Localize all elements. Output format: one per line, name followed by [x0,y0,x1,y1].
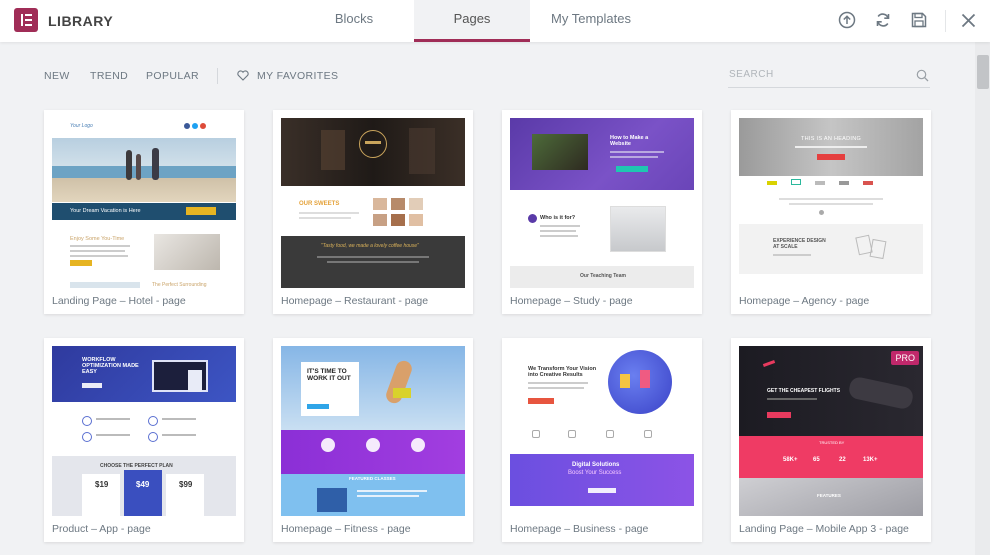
template-thumbnail[interactable]: We Transform Your Vision into Creative R… [510,346,694,516]
template-card-study[interactable]: How to Make a Website Who is it for? Our… [502,110,702,314]
close-icon[interactable] [960,12,977,29]
thumb-heading: THIS IS AN HEADING [801,136,862,142]
template-card-title: Homepage – Study - page [510,295,633,307]
thumb-banner-text: Your Dream Vacation is Here [70,208,141,214]
filter-popular[interactable]: POPULAR [146,70,199,82]
thumb-heading: We Transform Your Vision into Creative R… [528,366,597,378]
filter-new[interactable]: NEW [44,70,70,82]
filter-my-favorites[interactable]: MY FAVORITES [257,70,338,82]
thumb-heading: IT'S TIME TO WORK IT OUT [307,368,351,382]
template-card-title: Landing Page – Hotel - page [52,295,186,307]
template-thumbnail[interactable]: OUR SWEETS "Tasty food, we made a lovely… [281,118,465,288]
template-card-agency[interactable]: THIS IS AN HEADING EXPERIENCE DESIGN AT … [731,110,931,314]
filter-trend[interactable]: TREND [90,70,128,82]
search-input[interactable]: SEARCH [728,66,930,88]
scrollbar-thumb[interactable] [977,55,989,89]
template-card-title: Homepage – Fitness - page [281,523,411,535]
stat-value: 58K+ [783,457,798,463]
template-card-restaurant[interactable]: OUR SWEETS "Tasty food, we made a lovely… [273,110,473,314]
template-card-title: Homepage – Business - page [510,523,649,535]
tab-blocks[interactable]: Blocks [294,0,414,42]
thumb-heading: GET THE CHEAPEST FLIGHTS [767,388,841,394]
library-header: LIBRARY Blocks Pages My Templates [0,0,990,42]
price-value: $99 [179,480,193,489]
stat-value: 22 [839,457,846,463]
template-card-hotel[interactable]: Your Logo Your Dream Vacation is Here En… [44,110,244,314]
template-card-title: Homepage – Agency - page [739,295,870,307]
thumb-boost-text: Boost Your Success [568,470,622,476]
template-card-fitness[interactable]: IT'S TIME TO WORK IT OUT FEATURED CLASSE… [273,338,473,542]
template-thumbnail[interactable]: GET THE CHEAPEST FLIGHTS TRUSTED BY 58K+… [739,346,923,516]
thumb-heading: How to Make a Website [610,135,649,147]
thumb-who-text: Who is it for? [540,215,576,221]
thumb-quote: "Tasty food, we made a lovely coffee hou… [321,243,419,249]
template-card-title: Product – App - page [52,523,151,535]
heart-icon[interactable] [237,70,249,81]
thumb-experience-text: EXPERIENCE DESIGN AT SCALE [773,238,826,250]
upload-icon[interactable] [838,11,856,29]
thumb-section-title: OUR SWEETS [299,201,340,207]
thumb-plan-text: CHOOSE THE PERFECT PLAN [100,463,173,469]
tab-my-templates[interactable]: My Templates [530,0,652,42]
thumb-trusted-text: TRUSTED BY [819,440,845,445]
scrollbar-track[interactable] [975,42,990,555]
thumb-classes-text: FEATURED CLASSES [349,476,396,481]
search-placeholder: SEARCH [729,69,774,80]
search-icon[interactable] [916,69,929,82]
stat-value: 65 [813,457,820,463]
template-card-title: Landing Page – Mobile App 3 - page [739,523,909,535]
template-thumbnail[interactable]: IT'S TIME TO WORK IT OUT FEATURED CLASSE… [281,346,465,516]
thumb-heading: WORKFLOW OPTIMIZATION MADE EASY [82,357,139,375]
tab-pages[interactable]: Pages [414,0,530,42]
thumb-team-text: Our Teaching Team [580,273,626,279]
price-value: $19 [95,480,109,489]
header-divider [945,10,946,32]
thumb-digital-text: Digital Solutions [572,462,620,468]
template-card-title: Homepage – Restaurant - page [281,295,429,307]
sync-icon[interactable] [874,11,892,29]
save-icon[interactable] [910,11,928,29]
template-thumbnail[interactable]: THIS IS AN HEADING EXPERIENCE DESIGN AT … [739,118,923,288]
price-value: $49 [136,480,150,489]
template-card-mobile-app-3[interactable]: GET THE CHEAPEST FLIGHTS TRUSTED BY 58K+… [731,338,931,542]
template-card-app[interactable]: WORKFLOW OPTIMIZATION MADE EASY CHOOSE T… [44,338,244,542]
filter-divider [217,68,218,84]
thumb-subheading-2: The Perfect Surrounding [152,282,207,288]
thumb-features-text: FEATURES [817,493,841,498]
stat-value: 13K+ [863,457,878,463]
template-card-business[interactable]: We Transform Your Vision into Creative R… [502,338,702,542]
thumb-subheading: Enjoy Some You-Time [70,236,125,242]
template-thumbnail[interactable]: Your Logo Your Dream Vacation is Here En… [52,118,236,288]
template-thumbnail[interactable]: WORKFLOW OPTIMIZATION MADE EASY CHOOSE T… [52,346,236,516]
elementor-logo-icon [14,8,38,32]
thumb-logo-text: Your Logo [70,123,93,129]
template-thumbnail[interactable]: How to Make a Website Who is it for? Our… [510,118,694,288]
pro-badge: PRO [891,351,919,365]
library-title: LIBRARY [48,13,114,29]
